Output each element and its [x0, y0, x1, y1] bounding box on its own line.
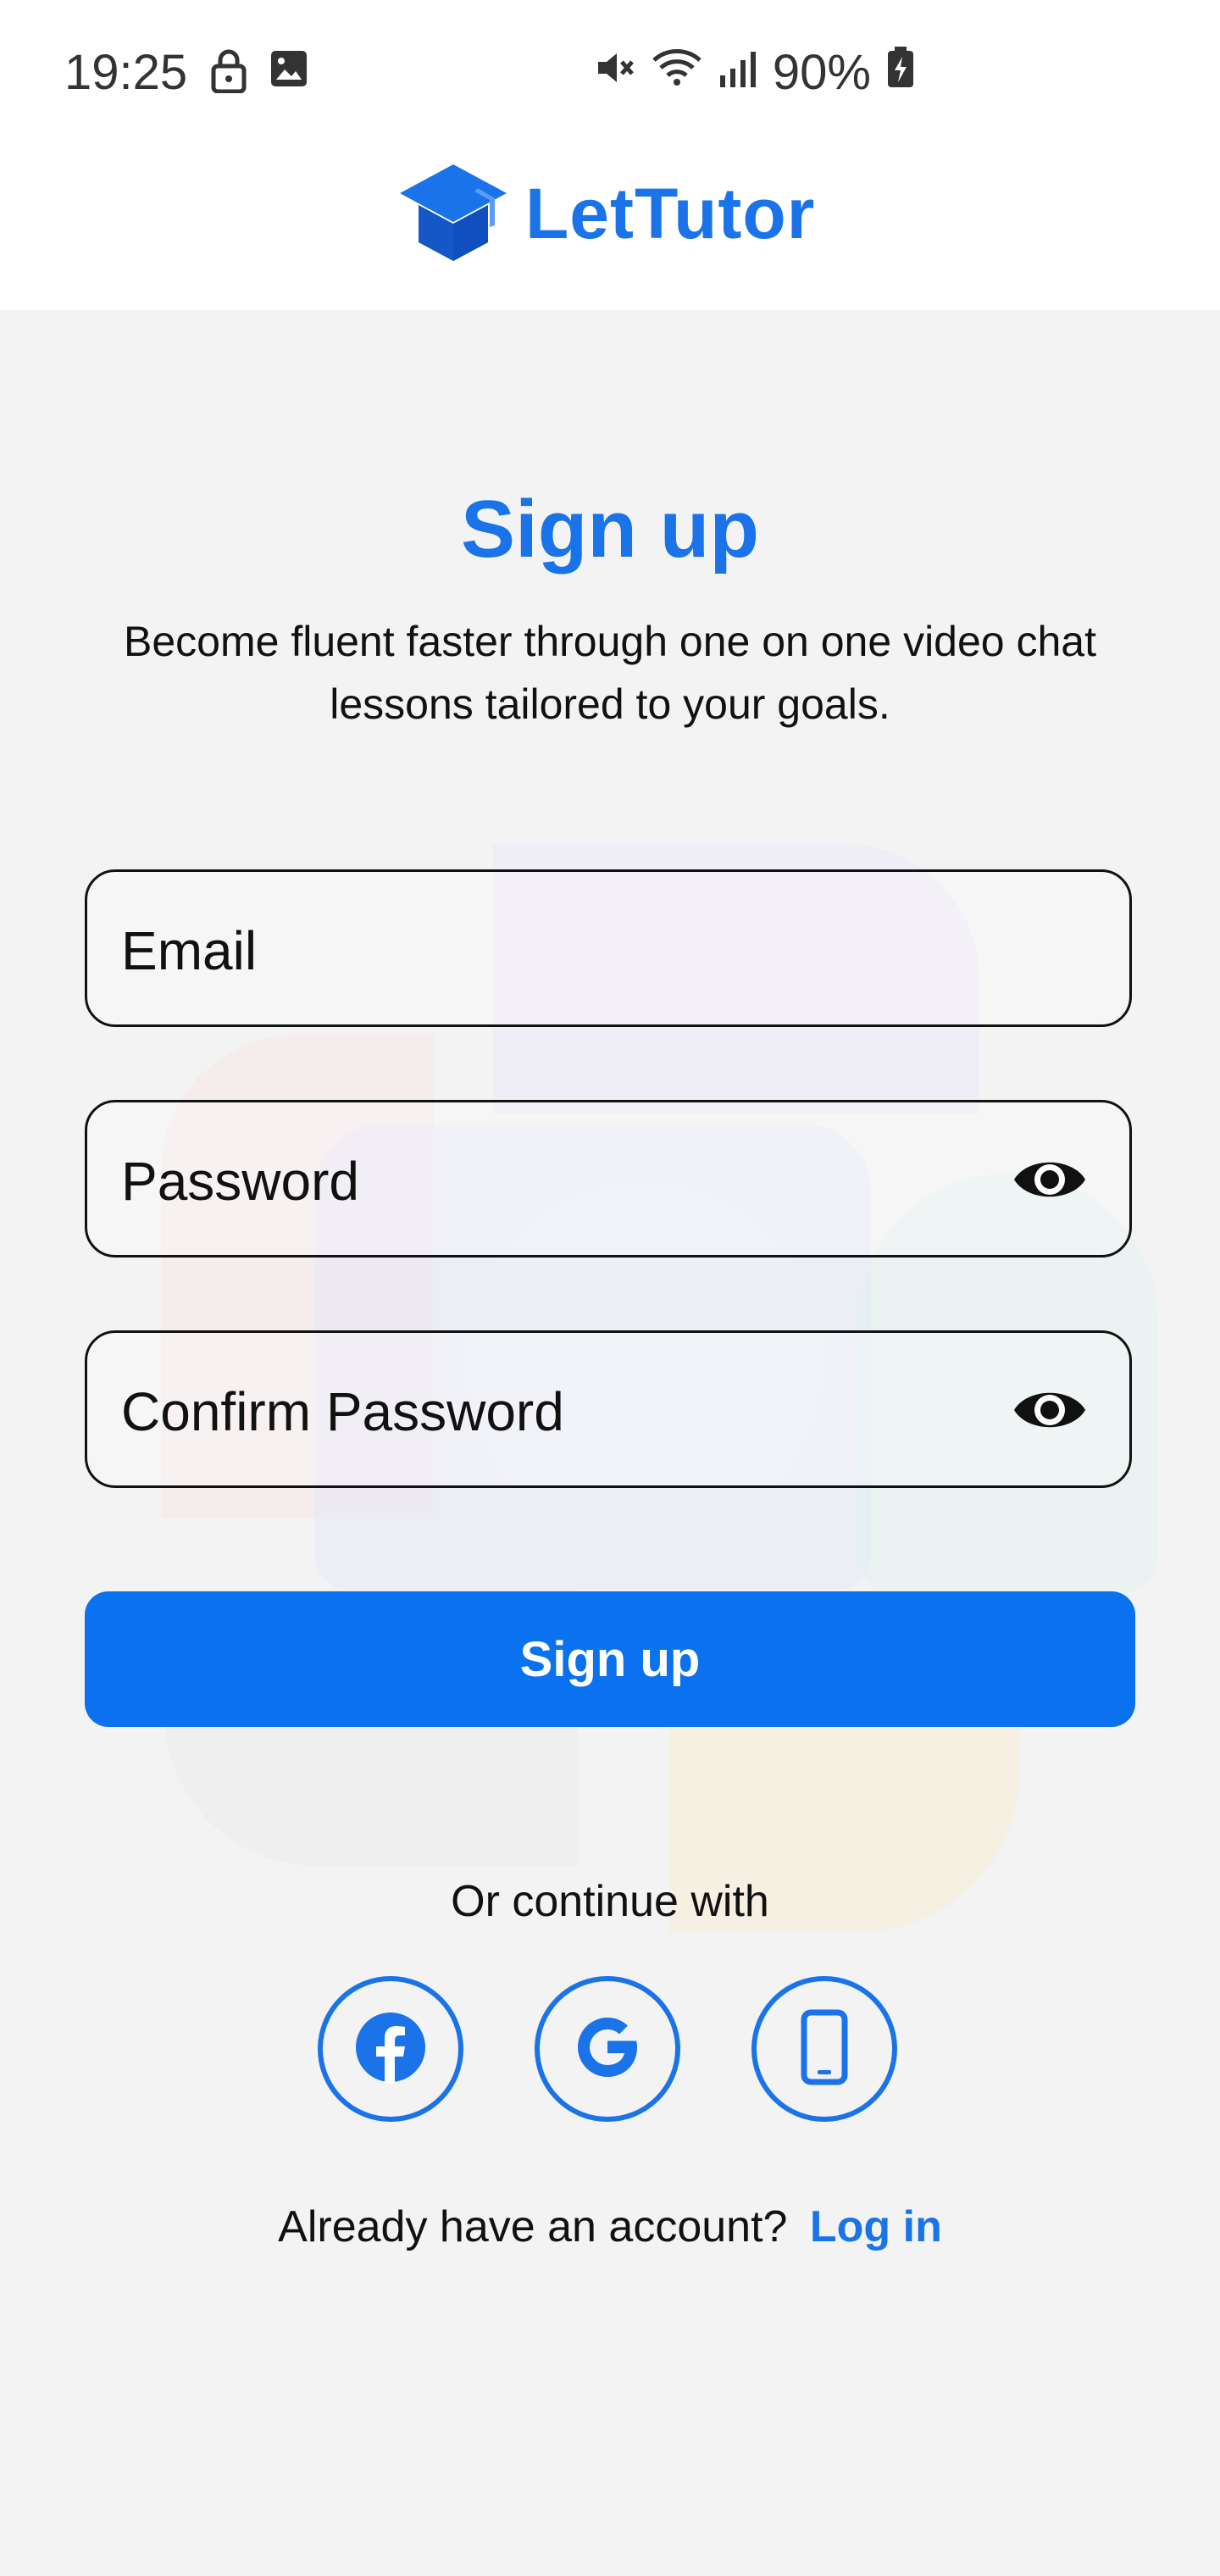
sign-up-button[interactable]: Sign up: [85, 1591, 1135, 1727]
google-login-button[interactable]: [535, 1976, 680, 2122]
email-field[interactable]: Email: [85, 869, 1132, 1027]
login-prompt: Already have an account?: [278, 2202, 788, 2251]
page-title: Sign up: [461, 484, 759, 575]
facebook-login-button[interactable]: [318, 1976, 463, 2122]
login-row: Already have an account? Log in: [0, 2201, 1220, 2252]
status-time: 19:25: [64, 45, 188, 100]
confirm-password-field[interactable]: Confirm Password: [85, 1330, 1132, 1488]
continue-with-text: Or continue with: [451, 1877, 769, 1926]
password-field[interactable]: Password: [85, 1100, 1132, 1257]
phone-icon: [801, 2009, 848, 2090]
image-icon: [269, 49, 308, 97]
graduation-cap-icon: [396, 161, 510, 267]
phone-login-button[interactable]: [751, 1976, 897, 2122]
eye-icon[interactable]: [1011, 1382, 1089, 1442]
mute-icon: [593, 44, 635, 101]
facebook-icon: [354, 2011, 427, 2088]
login-link[interactable]: Log in: [810, 2202, 942, 2251]
battery-icon: [886, 44, 915, 101]
status-right: 90%: [593, 44, 915, 101]
lock-icon: [210, 49, 247, 97]
brand-name: LetTutor: [525, 174, 816, 253]
battery-percent: 90%: [772, 45, 871, 100]
status-left-icons: [210, 49, 308, 97]
page-subtitle: Become fluent faster through one on one …: [124, 618, 1096, 728]
status-bar: 19:25 90%: [0, 0, 1220, 144]
eye-icon[interactable]: [1011, 1152, 1089, 1212]
google-icon: [571, 2011, 644, 2088]
brand-logo: LetTutor: [396, 161, 815, 267]
signal-icon: [718, 44, 757, 101]
wifi-icon: [651, 44, 703, 101]
password-placeholder: Password: [121, 1151, 359, 1212]
confirm-password-placeholder: Confirm Password: [121, 1381, 564, 1442]
email-placeholder: Email: [121, 920, 258, 981]
